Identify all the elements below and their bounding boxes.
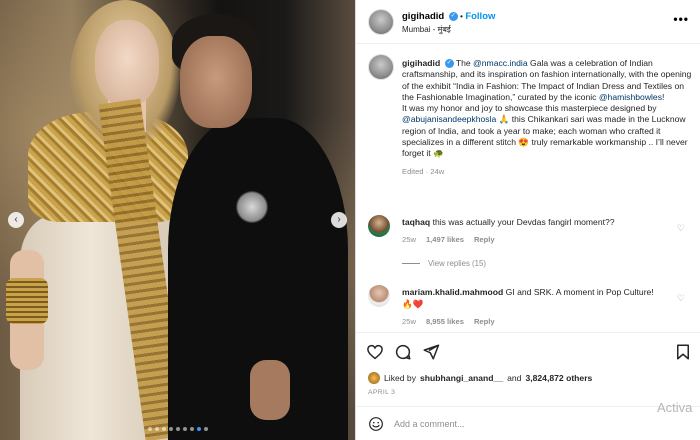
activation-watermark: Activa <box>657 400 693 415</box>
commenter-username[interactable]: mariam.khalid.mahmood <box>402 287 503 297</box>
photo-figure-bangles <box>6 278 48 324</box>
comment-like-icon[interactable]: ♡ <box>677 293 685 304</box>
carousel-dot <box>161 427 166 431</box>
post-location[interactable]: Mumbai - मुंबई <box>402 24 451 35</box>
mention-link[interactable]: @hamishbowles <box>599 92 662 102</box>
view-replies-button[interactable]: View replies (15) <box>402 259 486 268</box>
photo-brooch <box>236 190 268 224</box>
carousel-dot <box>203 427 208 431</box>
comment-age: 25w <box>402 235 416 244</box>
carousel-dot <box>147 427 152 431</box>
replies-divider <box>402 263 420 264</box>
comment-likes[interactable]: 1,497 likes <box>426 235 464 244</box>
liked-by-prefix: Liked by <box>384 373 417 383</box>
comment-likes[interactable]: 8,955 likes <box>426 317 464 326</box>
add-comment-row <box>356 406 700 440</box>
author-line: gigihadid ✓ • Follow <box>402 11 495 22</box>
chevron-left-icon: ‹ <box>14 214 18 225</box>
chevron-right-icon: › <box>337 214 341 225</box>
commenter-avatar[interactable] <box>368 215 390 237</box>
post-details-panel: gigihadid ✓ • Follow Mumbai - मुंबई ••• … <box>355 0 700 440</box>
save-bookmark-icon[interactable] <box>674 343 692 361</box>
caption-text-part: It was my honor and joy to showcase this… <box>402 103 657 114</box>
comment-meta: 25w 8,955 likes Reply <box>402 317 495 326</box>
instagram-post-modal: ‹ › gigihadid ✓ • Follow Mumbai - मुंबई … <box>0 0 700 440</box>
emoji-smile-icon[interactable] <box>368 416 384 432</box>
photo-figure-face <box>95 20 159 106</box>
carousel-dot <box>175 427 180 431</box>
caption-text-part: The <box>455 58 474 68</box>
verified-badge-icon: ✓ <box>444 59 454 69</box>
comment-age: 25w <box>402 317 416 326</box>
comment-body: taqhaq this was actually your Devdas fan… <box>402 217 662 229</box>
commenter-avatar[interactable] <box>368 285 390 307</box>
follow-button[interactable]: Follow <box>465 11 495 22</box>
liked-by-row: Liked by shubhangi_anand__ and 3,824,872… <box>368 372 592 384</box>
carousel-dot <box>182 427 187 431</box>
author-avatar[interactable] <box>368 9 394 35</box>
verified-badge-icon: ✓ <box>448 12 458 22</box>
mention-link[interactable]: @abujanisandeepkhosla <box>402 114 496 124</box>
post-actions-bar <box>356 332 700 370</box>
commenter-username[interactable]: taqhaq <box>402 217 430 227</box>
more-options-icon[interactable]: ••• <box>673 12 689 26</box>
comment-bubble-icon[interactable] <box>394 343 412 361</box>
liker-avatar[interactable] <box>368 372 380 384</box>
reply-button[interactable]: Reply <box>474 235 495 244</box>
carousel-dot <box>196 427 201 431</box>
comment-body: mariam.khalid.mahmood GI and SRK. A mome… <box>402 287 662 310</box>
mention-link[interactable]: @nmacc.india <box>473 58 528 68</box>
comment-meta: 25w 1,497 likes Reply <box>402 235 495 244</box>
carousel-next-button[interactable]: › <box>331 212 347 228</box>
comment-text: this was actually your Devdas fangirl mo… <box>432 217 615 227</box>
carousel-dots <box>0 427 355 431</box>
carousel-dot <box>168 427 173 431</box>
post-header: gigihadid ✓ • Follow Mumbai - मुंबई ••• <box>356 0 700 44</box>
author-username[interactable]: gigihadid <box>402 11 444 22</box>
carousel-dot <box>154 427 159 431</box>
caption-text-part: ! <box>662 91 665 102</box>
caption-edited-time: Edited · 24w <box>402 166 445 176</box>
carousel-prev-button[interactable]: ‹ <box>8 212 24 228</box>
liked-by-user[interactable]: shubhangi_anand__ <box>420 373 503 383</box>
post-date: APRIL 3 <box>368 389 396 396</box>
share-send-icon[interactable] <box>422 343 440 361</box>
comment-like-icon[interactable]: ♡ <box>677 223 685 234</box>
caption-username[interactable]: gigihadid <box>402 58 440 68</box>
reply-button[interactable]: Reply <box>474 317 495 326</box>
photo-figure-face-2 <box>180 36 252 128</box>
caption-text: gigihadid ✓ The @nmacc.india Gala was a … <box>402 58 692 177</box>
photo-figure-hand <box>250 360 290 420</box>
post-photo[interactable]: ‹ › <box>0 0 355 440</box>
view-replies-label: View replies (15) <box>428 259 486 268</box>
likes-count[interactable]: 3,824,872 others <box>525 373 592 383</box>
liked-by-and: and <box>507 373 522 383</box>
like-heart-icon[interactable] <box>366 343 384 361</box>
carousel-dot <box>189 427 194 431</box>
add-comment-input[interactable] <box>394 416 624 432</box>
caption-author-avatar[interactable] <box>368 54 394 80</box>
